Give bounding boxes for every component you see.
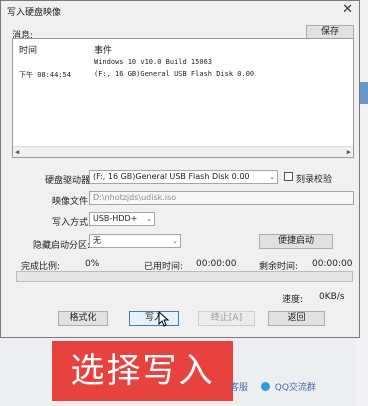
drive-select-value: (F:, 16 GB)General USB Flash Disk 0.00 [93, 172, 250, 181]
write-progress-bar [16, 271, 353, 282]
stop-button[interactable]: 终止[A] [198, 311, 255, 326]
image-file-label: 映像文件: [52, 197, 92, 207]
back-button[interactable]: 返回 [268, 311, 325, 326]
write-method-value: USB-HDD+ [93, 214, 138, 223]
format-button[interactable]: 格式化 [58, 311, 108, 326]
qq-icon [260, 382, 270, 391]
scroll-left-icon[interactable]: ◀ [15, 147, 19, 157]
hidden-partition-label: 隐藏启动分区: [33, 241, 91, 251]
elapsed-value: 00:00:00 [196, 259, 237, 269]
close-icon[interactable]: ✕ [342, 2, 353, 17]
chevron-down-icon: ⌄ [269, 173, 275, 181]
speed-label: 速度: [282, 295, 304, 305]
log-header-event: 事件 [94, 46, 113, 56]
write-disk-image-dialog: 写入硬盘映像 ✕ 消息: 保存 时间 事件 Windows 10 v10.0 B… [0, 0, 360, 338]
window-title: 写入硬盘映像 [7, 8, 62, 18]
service-link[interactable]: 客服 [230, 380, 248, 393]
verify-label: 刻录校验 [296, 175, 333, 185]
instruction-banner: 选择写入 [52, 341, 233, 401]
scroll-right-icon[interactable]: ▶ [347, 147, 351, 157]
chevron-down-icon: ⌄ [172, 237, 178, 245]
hidden-partition-value: 无 [93, 236, 101, 245]
message-log[interactable]: 时间 事件 Windows 10 v10.0 Build 15063 下午 08… [12, 38, 354, 158]
hidden-partition-select[interactable]: 无 ⌄ [89, 234, 181, 248]
taskbar-links: 客服 QQ交流群 [230, 380, 316, 393]
verify-checkbox[interactable] [284, 172, 293, 181]
qq-group-link[interactable]: QQ交流群 [275, 380, 316, 393]
drive-select[interactable]: (F:, 16 GB)General USB Flash Disk 0.00 ⌄ [89, 170, 278, 184]
chevron-down-icon: ⌄ [146, 215, 152, 223]
write-method-label: 写入方式: [52, 218, 92, 228]
drive-label: 硬盘驱动器: [45, 176, 94, 186]
quick-boot-button[interactable]: 便捷启动 [259, 234, 333, 249]
log-row-event: Windows 10 v10.0 Build 15063 [94, 58, 213, 66]
log-row-event: (F:, 16 GB)General USB Flash Disk 0.00 [94, 70, 255, 78]
remaining-value: 00:00:00 [312, 259, 353, 269]
done-ratio-value: 0% [85, 259, 100, 269]
log-row-time: 下午 08:44:54 [19, 71, 71, 79]
image-file-path: D:\nhotzjds\udisk.iso [93, 193, 177, 202]
log-header-time: 时间 [19, 46, 38, 56]
log-horizontal-scrollbar[interactable]: ◀ ▶ [13, 146, 353, 157]
write-method-select[interactable]: USB-HDD+ ⌄ [89, 212, 155, 226]
image-file-field[interactable]: D:\nhotzjds\udisk.iso [89, 191, 354, 205]
mouse-cursor-icon [158, 311, 170, 327]
speed-value: 0KB/s [319, 292, 345, 302]
write-button[interactable]: 写入 [129, 311, 179, 326]
